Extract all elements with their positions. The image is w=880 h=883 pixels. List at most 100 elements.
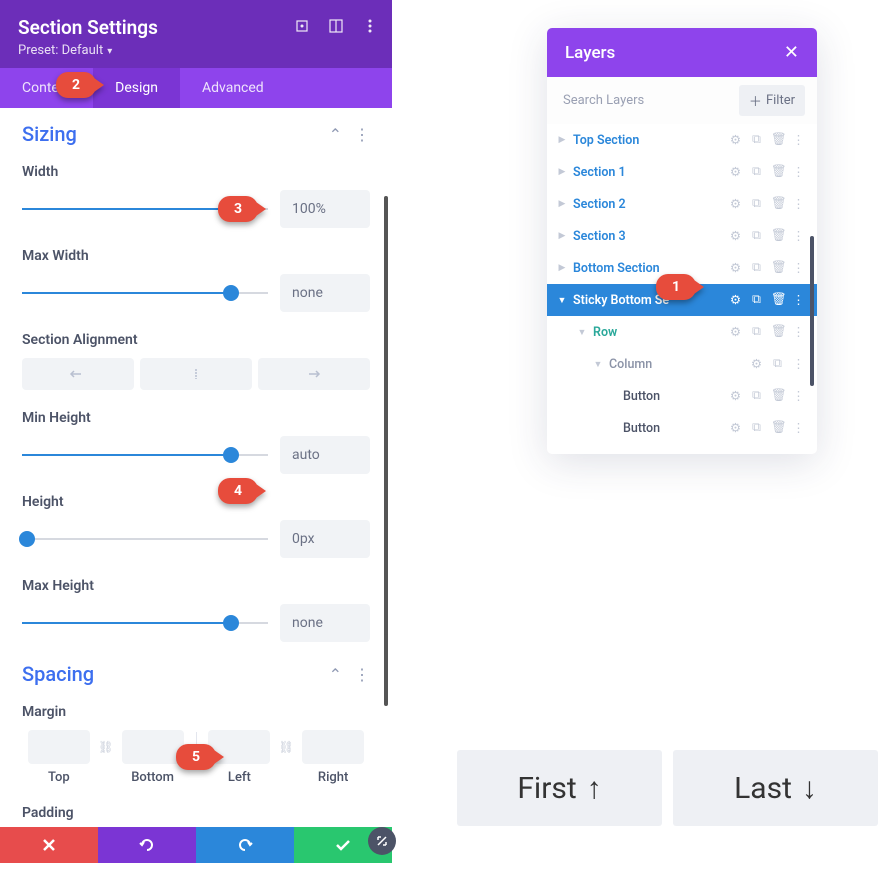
disclosure-icon[interactable]: ▼ <box>555 295 569 306</box>
gear-icon[interactable]: ⚙ <box>729 164 742 180</box>
target-icon[interactable] <box>294 18 310 34</box>
gear-icon[interactable]: ⚙ <box>729 228 742 244</box>
last-button[interactable]: Last↓ <box>673 750 878 826</box>
tab-design[interactable]: Design <box>93 68 180 108</box>
layer-item[interactable]: Column <box>605 357 750 372</box>
layer-item[interactable]: Section 1 <box>569 165 729 180</box>
tab-advanced[interactable]: Advanced <box>180 68 286 108</box>
layer-item[interactable]: Top Section <box>569 133 729 148</box>
minheight-slider[interactable] <box>22 454 268 456</box>
more-icon[interactable]: ⋮ <box>792 420 805 436</box>
gear-icon[interactable]: ⚙ <box>729 388 742 404</box>
section-more-icon[interactable]: ⋮ <box>354 665 370 684</box>
preset-dropdown[interactable]: Preset: Default▾ <box>18 43 374 58</box>
slider-thumb[interactable] <box>223 615 239 631</box>
scrollbar[interactable] <box>384 634 388 702</box>
close-icon[interactable]: ✕ <box>784 42 799 63</box>
gear-icon[interactable]: ⚙ <box>729 324 742 340</box>
layer-item[interactable]: Button <box>619 421 729 436</box>
more-icon[interactable]: ⋮ <box>792 132 805 148</box>
slider-thumb[interactable] <box>223 285 239 301</box>
disclosure-icon[interactable]: ▼ <box>575 327 589 338</box>
maxheight-value[interactable]: none <box>280 604 370 642</box>
gear-icon[interactable]: ⚙ <box>729 132 742 148</box>
layer-item[interactable]: Section 3 <box>569 229 729 244</box>
maxwidth-value[interactable]: none <box>280 274 370 312</box>
slider-thumb[interactable] <box>223 447 239 463</box>
disclosure-icon[interactable]: ▶ <box>555 167 569 177</box>
duplicate-icon[interactable]: ⧉ <box>750 324 763 340</box>
layer-item[interactable]: Bottom Section <box>569 261 729 276</box>
disclosure-icon[interactable]: ▶ <box>555 199 569 209</box>
link-icon[interactable]: ⛓ <box>96 730 116 764</box>
gear-icon[interactable]: ⚙ <box>729 260 742 276</box>
align-center-button[interactable] <box>140 358 252 390</box>
trash-icon[interactable]: 🗑 <box>771 292 784 308</box>
expand-icon[interactable] <box>368 827 396 855</box>
duplicate-icon[interactable]: ⧉ <box>750 260 763 276</box>
more-icon[interactable]: ⋮ <box>792 228 805 244</box>
redo-button[interactable] <box>196 827 294 863</box>
slider-thumb[interactable] <box>19 531 35 547</box>
more-icon[interactable]: ⋮ <box>792 356 805 372</box>
margin-bottom-input[interactable] <box>122 730 184 764</box>
duplicate-icon[interactable]: ⧉ <box>750 228 763 244</box>
trash-icon[interactable]: 🗑 <box>771 164 784 180</box>
scrollbar[interactable] <box>810 236 814 386</box>
duplicate-icon[interactable]: ⧉ <box>750 164 763 180</box>
gear-icon[interactable]: ⚙ <box>729 196 742 212</box>
maxwidth-slider[interactable] <box>22 292 268 294</box>
minheight-value[interactable]: auto <box>280 436 370 474</box>
trash-icon[interactable]: 🗑 <box>771 324 784 340</box>
search-input[interactable]: Search Layers <box>559 87 731 114</box>
layer-item-selected[interactable]: Sticky Bottom Se <box>569 293 729 308</box>
duplicate-icon[interactable]: ⧉ <box>750 132 763 148</box>
duplicate-icon[interactable]: ⧉ <box>750 196 763 212</box>
disclosure-icon[interactable]: ▶ <box>555 231 569 241</box>
disclosure-icon[interactable]: ▶ <box>555 263 569 273</box>
layer-item[interactable]: Button <box>619 389 729 404</box>
gear-icon[interactable]: ⚙ <box>729 292 742 308</box>
width-value[interactable]: 100% <box>280 190 370 228</box>
align-right-button[interactable] <box>258 358 370 390</box>
more-icon[interactable]: ⋮ <box>792 196 805 212</box>
trash-icon[interactable]: 🗑 <box>771 388 784 404</box>
gear-icon[interactable]: ⚙ <box>750 356 763 372</box>
gear-icon[interactable]: ⚙ <box>729 420 742 436</box>
link-icon[interactable]: ⛓ <box>276 730 296 764</box>
collapse-icon[interactable]: ⌃ <box>329 125 342 144</box>
height-slider[interactable] <box>22 538 268 540</box>
more-icon[interactable]: ⋮ <box>792 164 805 180</box>
scrollbar[interactable] <box>384 196 388 706</box>
align-left-button[interactable] <box>22 358 134 390</box>
more-icon[interactable]: ⋮ <box>792 388 805 404</box>
cancel-button[interactable] <box>0 827 98 863</box>
height-value[interactable]: 0px <box>280 520 370 558</box>
panel-content[interactable]: Sizing ⌃ ⋮ Width 100% Max Width <box>0 104 392 830</box>
more-icon[interactable]: ⋮ <box>792 292 805 308</box>
more-icon[interactable] <box>362 18 378 34</box>
trash-icon[interactable]: 🗑 <box>771 196 784 212</box>
more-icon[interactable]: ⋮ <box>792 260 805 276</box>
trash-icon[interactable]: 🗑 <box>771 228 784 244</box>
undo-button[interactable] <box>98 827 196 863</box>
first-button[interactable]: First↑ <box>457 750 662 826</box>
trash-icon[interactable]: 🗑 <box>771 420 784 436</box>
margin-top-input[interactable] <box>28 730 90 764</box>
trash-icon[interactable]: 🗑 <box>771 132 784 148</box>
trash-icon[interactable]: 🗑 <box>771 260 784 276</box>
panel-icon[interactable] <box>328 18 344 34</box>
duplicate-icon[interactable]: ⧉ <box>750 388 763 404</box>
more-icon[interactable]: ⋮ <box>792 324 805 340</box>
margin-right-input[interactable] <box>302 730 364 764</box>
section-more-icon[interactable]: ⋮ <box>354 125 370 144</box>
maxheight-slider[interactable] <box>22 622 268 624</box>
layer-item[interactable]: Row <box>589 325 729 340</box>
duplicate-icon[interactable]: ⧉ <box>771 356 784 372</box>
duplicate-icon[interactable]: ⧉ <box>750 292 763 308</box>
filter-button[interactable]: ＋Filter <box>739 85 805 116</box>
collapse-icon[interactable]: ⌃ <box>329 665 342 684</box>
disclosure-icon[interactable]: ▼ <box>591 359 605 370</box>
duplicate-icon[interactable]: ⧉ <box>750 420 763 436</box>
layer-item[interactable]: Section 2 <box>569 197 729 212</box>
